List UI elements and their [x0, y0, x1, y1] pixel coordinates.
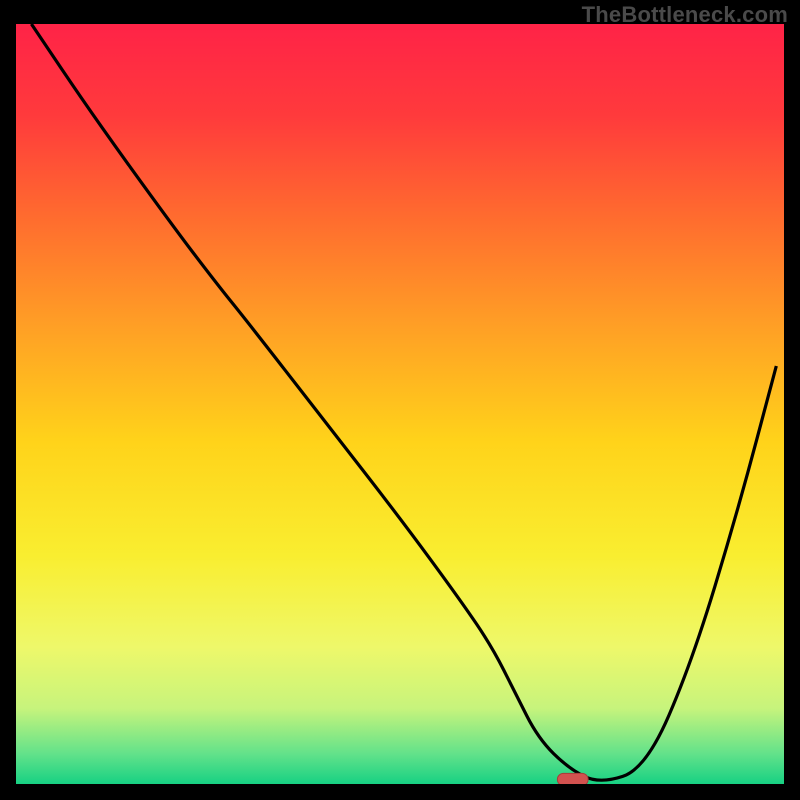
gradient-background — [16, 24, 784, 784]
plot-area — [16, 24, 784, 784]
chart-frame: TheBottleneck.com — [0, 0, 800, 800]
optimal-marker — [557, 773, 588, 784]
bottleneck-chart — [16, 24, 784, 784]
watermark-text: TheBottleneck.com — [582, 2, 788, 28]
